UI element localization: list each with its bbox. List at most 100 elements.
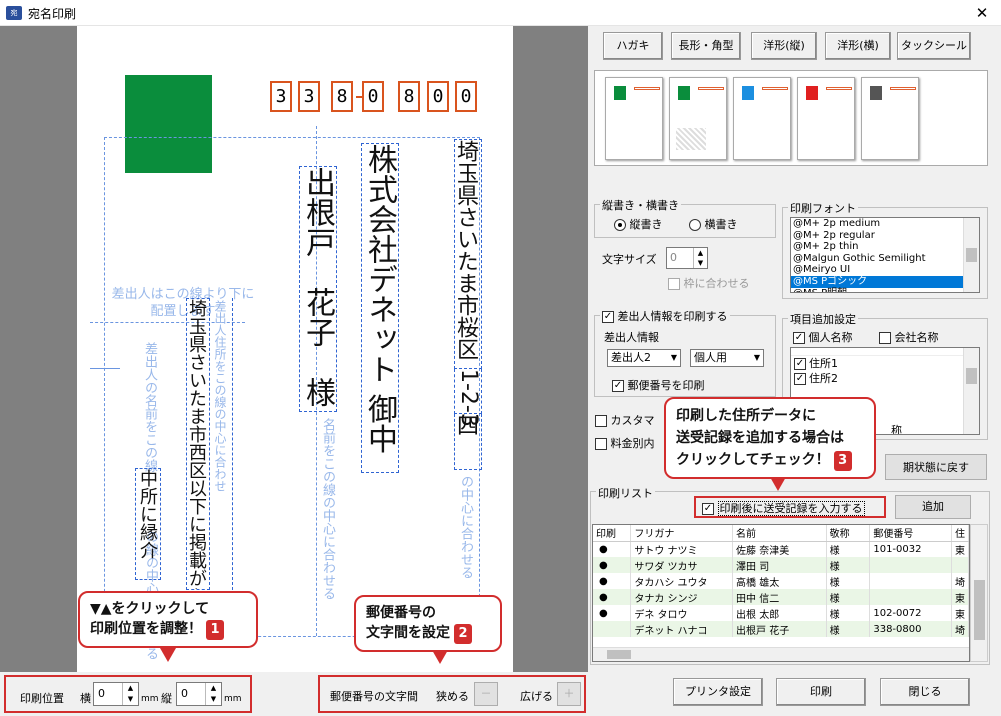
zip-digit-2: 3 — [298, 81, 320, 112]
table-cell-name: 田中 信二 — [732, 589, 827, 605]
layout-thumb-3[interactable] — [733, 77, 791, 160]
callout-3-line3: クリックしてチェック！ — [676, 452, 830, 468]
table-cell-addr: 埼 — [951, 621, 969, 637]
widen-button[interactable]: ＋ — [557, 682, 581, 706]
font-item[interactable]: @Meiryo UI — [791, 264, 979, 276]
sender-type-select[interactable]: 個人用 ▼ — [690, 349, 764, 367]
envelope-type-button-4[interactable]: 洋形(横) — [825, 32, 891, 60]
sender-zip-label: 郵便番号を印刷 — [627, 379, 705, 392]
layout-thumb-5[interactable] — [861, 77, 919, 160]
sender-zip-checkbox[interactable]: ✓ 郵便番号を印刷 — [612, 377, 705, 393]
font-item[interactable]: @MS Pゴシック — [791, 275, 963, 288]
narrow-button[interactable]: － — [474, 682, 498, 706]
table-cell-zip: 338-0800 — [869, 621, 952, 637]
envelope-type-button-1[interactable]: ハガキ — [603, 32, 663, 60]
font-item[interactable]: @M+ 2p thin — [791, 241, 979, 253]
item-add-label: 項目追加設定 — [788, 311, 858, 327]
layout-thumb-1[interactable] — [605, 77, 663, 160]
column-header[interactable]: 郵便番号 — [869, 525, 952, 542]
reset-button[interactable]: 期状態に戻す — [885, 454, 987, 480]
table-row[interactable]: ● タナカ シンジ 田中 信二様 東 — [593, 589, 969, 605]
envelope-type-button-5[interactable]: タックシール — [897, 32, 971, 60]
widen-label: 広げる — [520, 690, 553, 703]
column-header[interactable]: 印刷 — [593, 525, 632, 542]
callout-2-line1: 郵便番号の — [366, 605, 436, 621]
sender-select-value: 差出人2 — [611, 351, 651, 364]
table-row[interactable]: ● デネ タロウ 出根 太郎様 102-0072 東 — [593, 605, 969, 621]
envelope-type-button-2[interactable]: 長形・角型 — [671, 32, 741, 60]
font-item[interactable]: @MS P明朝 — [791, 288, 979, 292]
callout-3-line2: 送受記録を追加する場合は — [676, 430, 844, 446]
table-cell-title: 様 — [826, 605, 871, 621]
item-label: 住所1 — [809, 357, 838, 370]
table-cell-addr: 東 — [951, 541, 969, 557]
layout-thumb-2[interactable] — [669, 77, 727, 160]
table-cell-mark — [593, 621, 632, 637]
table-cell-mark: ● — [593, 589, 632, 605]
column-header[interactable]: フリガナ — [630, 525, 734, 542]
horizontal-unit: mm — [141, 694, 159, 704]
font-list-scrollbar[interactable] — [963, 218, 979, 292]
table-row[interactable]: デネット ハナコ 出根戸 花子様 338-0800 埼 — [593, 621, 969, 637]
custom-checkbox[interactable]: カスタマ — [595, 412, 655, 428]
personal-name-checkbox[interactable]: ✓ 個人名称 — [793, 329, 853, 345]
print-list-table[interactable]: 印刷 フリガナ 名前 敬称 郵便番号住 ● サトウ ナツミ 佐藤 奈津美様 101-0032 東… — [592, 524, 970, 662]
font-size-spinner[interactable]: 0 ▲ ▼ — [666, 247, 708, 269]
table-row[interactable]: ● サトウ ナツミ 佐藤 奈津美様 101-0032 東 — [593, 541, 969, 557]
horizontal-updown-icon[interactable]: ▲ ▼ — [122, 683, 138, 705]
close-icon[interactable]: ✕ — [968, 2, 996, 24]
callout-3: 印刷した住所データに 送受記録を追加する場合は クリックしてチェック！ 3 — [664, 397, 876, 479]
font-list[interactable]: @M+ 2p medium @M+ 2p regular @M+ 2p thin @M… — [790, 217, 980, 293]
radio-vertical-label: 縦書き — [629, 218, 663, 231]
print-list-hscroll[interactable] — [593, 647, 969, 661]
sender-info-label: 差出人情報 — [604, 331, 659, 344]
font-item[interactable]: @M+ 2p regular — [791, 230, 979, 242]
envelope-type-button-3[interactable]: 洋形(縦) — [751, 32, 817, 60]
company-name-checkbox[interactable]: 会社名称 — [879, 329, 939, 345]
item-list-scrollbar[interactable] — [963, 348, 979, 434]
font-item[interactable]: @M+ 2p medium — [791, 218, 979, 230]
radio-horizontal[interactable]: 横書き — [689, 216, 738, 232]
recipient-name: 出根戸 花子 様 — [299, 166, 337, 412]
company-name-label: 会社名称 — [894, 331, 939, 344]
column-header[interactable]: 名前 — [732, 525, 827, 542]
table-row[interactable]: ● サワダ ツカサ 澤田 司様 — [593, 557, 969, 573]
item-row[interactable]: ✓ 住所1 — [791, 356, 979, 371]
print-list-vscroll[interactable] — [970, 524, 988, 662]
sender-address: 埼玉県さいたま市西区以下に掲載がない場 — [186, 298, 210, 590]
sender-print-checkbox[interactable]: ✓ 差出人情報を印刷する — [600, 308, 730, 324]
radio-vertical[interactable]: 縦書き — [614, 216, 663, 232]
callout-2-pointer — [432, 650, 448, 664]
table-row[interactable]: ● タカハシ ユウタ 高橋 雄太様 埼 — [593, 573, 969, 589]
sender-select[interactable]: 差出人2 ▼ — [607, 349, 681, 367]
item-checkbox[interactable]: ✓ — [794, 358, 806, 370]
close-button[interactable]: 閉じる — [880, 678, 970, 706]
table-cell-name: 佐藤 奈津美 — [732, 541, 827, 557]
table-cell-addr: 東 — [951, 605, 969, 621]
custom-label: カスタマ — [610, 414, 655, 427]
fit-checkbox[interactable]: 枠に合わせる — [668, 275, 750, 291]
callout-1-line1: ▼▲をクリックして — [90, 601, 210, 617]
horizontal-value: 0 — [98, 687, 105, 700]
item-checkbox[interactable]: ✓ — [794, 373, 806, 385]
item-row[interactable]: ✓ 住所2 — [791, 371, 979, 386]
table-cell-kana: デネ タロウ — [630, 605, 734, 621]
add-button[interactable]: 追加 — [895, 495, 971, 519]
printer-settings-button[interactable]: プリンタ設定 — [673, 678, 763, 706]
print-button[interactable]: 印刷 — [776, 678, 866, 706]
column-header[interactable]: 住 — [951, 525, 969, 542]
horizontal-spinner[interactable]: 0 ▲ ▼ — [93, 682, 139, 706]
fee-checkbox[interactable]: 料金別内 — [595, 435, 655, 451]
table-cell-zip: 101-0032 — [869, 541, 952, 557]
column-header[interactable]: 敬称 — [826, 525, 871, 542]
radio-horizontal-label: 横書き — [704, 218, 738, 231]
layout-thumb-4[interactable] — [797, 77, 855, 160]
vertical-spinner[interactable]: 0 ▲ ▼ — [176, 682, 222, 706]
sender-name: 中所に縁介 — [135, 468, 161, 580]
callout-2-number: 2 — [454, 624, 472, 644]
table-cell-name: 高橋 雄太 — [732, 573, 827, 589]
table-cell-title: 様 — [826, 589, 871, 605]
font-item[interactable]: @Malgun Gothic Semilight — [791, 253, 979, 265]
vertical-updown-icon[interactable]: ▲ ▼ — [205, 683, 221, 705]
record-checkbox[interactable]: ✓ 印刷後に送受記録を入力する — [702, 500, 865, 516]
